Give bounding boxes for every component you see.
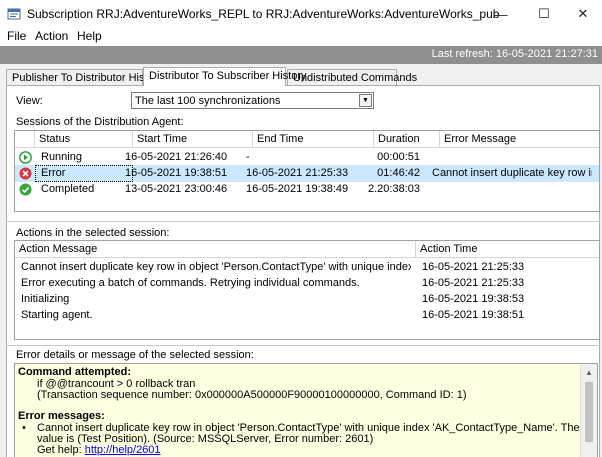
action-row[interactable]: Starting agent. 16-05-2021 19:38:51 [15, 307, 599, 324]
error-icon [19, 167, 32, 180]
view-select[interactable]: The last 100 synchronizations ▼ [131, 92, 374, 109]
last-refresh-text: Last refresh: 16-05-2021 21:27:31 [431, 48, 598, 60]
transaction-info: (Transaction sequence number: 0x000000A5… [37, 389, 467, 401]
session-end-time: 16-05-2021 21:25:33 [246, 167, 349, 179]
session-duration: 01:46:42 [377, 167, 420, 179]
bullet-icon: • [22, 422, 26, 434]
maximize-button[interactable]: ☐ [521, 0, 567, 28]
action-message: Cannot insert duplicate key row in objec… [21, 261, 411, 273]
session-status: Running [41, 151, 82, 163]
session-duration: 00:00:51 [377, 151, 420, 163]
action-message: Starting agent. [21, 309, 93, 321]
tab-publisher-to-distributor[interactable]: Publisher To Distributor History [6, 69, 163, 85]
view-select-value: The last 100 synchronizations [135, 95, 281, 107]
menu-help[interactable]: Help [77, 29, 102, 43]
sessions-label: Sessions of the Distribution Agent: [16, 116, 184, 128]
action-row[interactable]: Error executing a batch of commands. Ret… [15, 275, 599, 292]
action-message: Initializing [21, 293, 70, 305]
running-icon [19, 151, 32, 164]
session-end-time: 16-05-2021 19:38:49 [246, 183, 349, 195]
action-row[interactable]: Cannot insert duplicate key row in objec… [15, 259, 599, 276]
action-time: 16-05-2021 21:25:33 [422, 277, 525, 289]
scroll-up-icon[interactable]: ▲ [581, 364, 597, 380]
help-prefix: Get help: [37, 444, 85, 456]
scrollbar-thumb[interactable] [585, 382, 593, 442]
help-link[interactable]: http://help/2601 [85, 444, 161, 456]
title-bar: Subscription RRJ:AdventureWorks_REPL to … [0, 0, 602, 28]
command-heading: Command attempted: [18, 366, 132, 378]
header-duration[interactable]: Duration [374, 131, 440, 148]
header-end-time[interactable]: End Time [253, 131, 374, 148]
menu-file[interactable]: File [7, 29, 26, 43]
session-row[interactable]: Completed 13-05-2021 23:00:46 16-05-2021… [15, 181, 599, 198]
view-label: View: [16, 95, 43, 107]
header-error-message[interactable]: Error Message [440, 131, 599, 148]
action-message: Error executing a batch of commands. Ret… [21, 277, 360, 289]
actions-grid[interactable]: Action Message Action Time Cannot insert… [14, 240, 600, 340]
session-status: Completed [41, 183, 95, 195]
errors-heading: Error messages: [18, 410, 105, 422]
action-time: 16-05-2021 21:25:33 [422, 261, 525, 273]
window-title: Subscription RRJ:AdventureWorks_REPL to … [27, 7, 500, 21]
app-icon [7, 8, 21, 20]
chevron-down-icon[interactable]: ▼ [359, 94, 372, 107]
refresh-bar: Last refresh: 16-05-2021 21:27:31 [0, 46, 602, 64]
session-start-time: 13-05-2021 23:00:46 [125, 183, 228, 195]
session-start-time: 16-05-2021 19:38:51 [125, 167, 228, 179]
session-start-time: 16-05-2021 21:26:40 [125, 151, 228, 163]
session-row-selected[interactable]: Error 16-05-2021 19:38:51 16-05-2021 21:… [15, 165, 599, 182]
session-duration: 2.20:38:03 [368, 183, 420, 195]
header-status[interactable]: Status [35, 131, 133, 148]
action-time: 16-05-2021 19:38:53 [422, 293, 525, 305]
menu-action[interactable]: Action [35, 29, 68, 43]
session-status: Error [35, 165, 133, 182]
minimize-button[interactable]: — [478, 0, 524, 28]
error-details-box[interactable]: Command attempted: if @@trancount > 0 ro… [14, 363, 598, 457]
header-action-message[interactable]: Action Message [15, 241, 416, 258]
splitter[interactable] [6, 345, 600, 346]
completed-icon [19, 183, 32, 196]
session-row[interactable]: Running 16-05-2021 21:26:40 - 00:00:51 [15, 149, 599, 166]
details-label: Error details or message of the selected… [16, 349, 254, 361]
splitter[interactable] [6, 221, 600, 222]
header-status-icon-column[interactable] [15, 131, 35, 148]
action-time: 16-05-2021 19:38:51 [422, 309, 525, 321]
tab-distributor-to-subscriber[interactable]: Distributor To Subscriber History [143, 67, 307, 86]
actions-label: Actions in the selected session: [16, 227, 170, 239]
close-button[interactable]: ✕ [564, 0, 602, 28]
session-end-time: - [246, 151, 250, 163]
sessions-grid[interactable]: Status Start Time End Time Duration Erro… [14, 130, 600, 212]
action-row[interactable]: Initializing 16-05-2021 19:38:53 [15, 291, 599, 308]
details-scrollbar[interactable]: ▲ [580, 364, 597, 457]
header-action-time[interactable]: Action Time [416, 241, 599, 258]
session-error: Cannot insert duplicate key row in ... [432, 167, 592, 179]
menu-bar: File Action Help [0, 28, 602, 46]
header-start-time[interactable]: Start Time [133, 131, 253, 148]
